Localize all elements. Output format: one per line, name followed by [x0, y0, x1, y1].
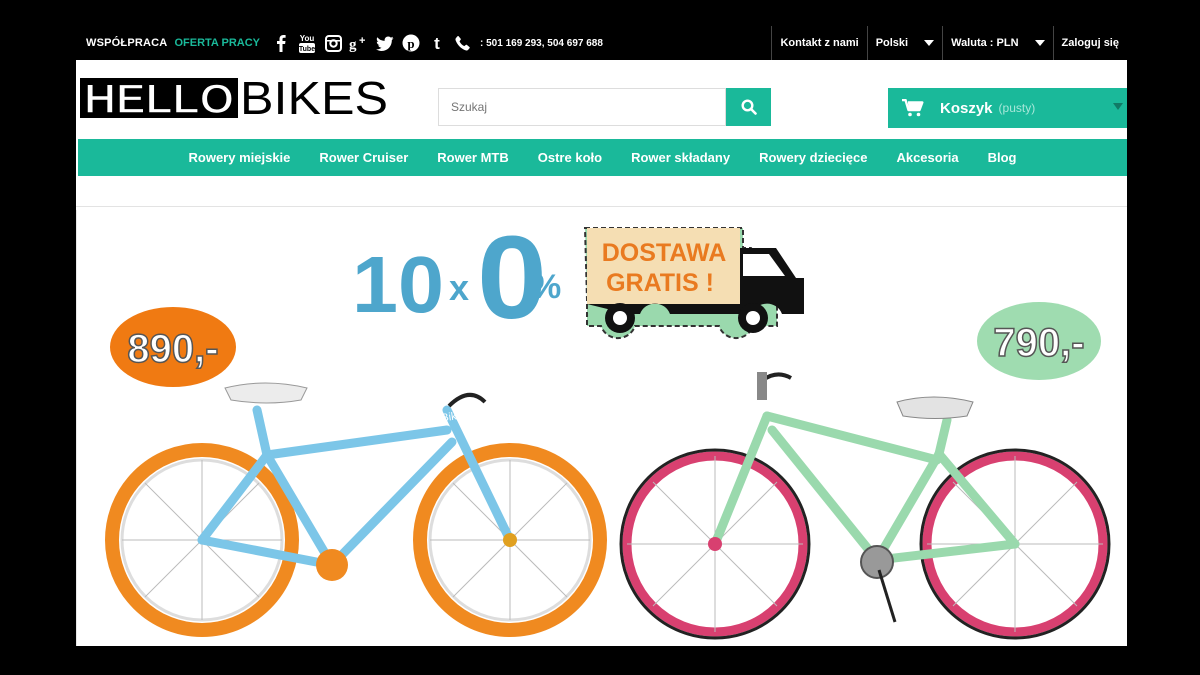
delivery-line-1: DOSTAWA	[602, 239, 727, 267]
svg-text:g: g	[349, 37, 357, 52]
main-nav: Rowery miejskie Rower Cruiser Rower MTB …	[78, 139, 1127, 176]
nav-item-city-bikes[interactable]: Rowery miejskie	[189, 150, 291, 165]
promo-banner[interactable]: 10 x 0 % DOSTAWA GRATIS ! 890,- 790,- He…	[76, 210, 1127, 646]
page: WSPÓŁPRACA OFERTA PRACY You Tube g+ p t	[76, 26, 1127, 646]
search-input[interactable]	[438, 88, 726, 126]
site-logo[interactable]: HELLO BIKES	[80, 76, 392, 120]
mint-bike-image	[619, 372, 1111, 640]
twitter-icon[interactable]	[374, 32, 396, 54]
nav-item-blog[interactable]: Blog	[988, 150, 1017, 165]
chevron-down-icon	[1113, 103, 1123, 110]
logo-bikes-text: BIKES	[240, 76, 388, 120]
contact-link[interactable]: Kontakt z nami	[771, 26, 866, 60]
logo-graphic: HELLO BIKES	[80, 76, 388, 120]
currency-selector[interactable]: Waluta : PLN	[942, 26, 1052, 60]
google-plus-icon[interactable]: g +	[348, 32, 370, 54]
language-label: Polski	[875, 37, 909, 49]
currency-label: Waluta : PLN	[951, 37, 1019, 49]
youtube-icon[interactable]: You Tube	[296, 32, 318, 54]
cart-icon	[902, 99, 924, 117]
nav-item-fixed-gear[interactable]: Ostre koło	[538, 150, 602, 165]
promo-number: 10	[352, 240, 444, 329]
cart-label: Koszyk	[940, 99, 993, 117]
search-icon	[740, 99, 757, 115]
price-badge-left: 890,-	[110, 307, 236, 387]
chevron-down-icon	[1034, 40, 1045, 46]
facebook-icon[interactable]	[270, 32, 292, 54]
delivery-truck-icon: DOSTAWA GRATIS !	[583, 227, 804, 340]
instagram-icon[interactable]	[322, 32, 344, 54]
cooperation-link[interactable]: WSPÓŁPRACA	[86, 37, 167, 49]
phone-numbers: : 501 169 293, 504 697 688	[480, 37, 603, 49]
svg-text:t: t	[434, 34, 440, 52]
login-label: Zaloguj się	[1061, 37, 1119, 49]
nav-item-kids[interactable]: Rowery dziecięce	[759, 150, 867, 165]
price-right: 790,-	[993, 321, 1084, 365]
price-badge-right: 790,-	[977, 302, 1101, 380]
top-bar-left: WSPÓŁPRACA OFERTA PRACY You Tube g+ p t	[86, 26, 603, 60]
price-left: 890,-	[127, 327, 218, 371]
top-bar-right: Kontakt z nami Polski Waluta : PLN Zalog…	[771, 26, 1127, 60]
cart-status: (pusty)	[998, 101, 1036, 115]
nav-item-mtb[interactable]: Rower MTB	[437, 150, 509, 165]
pinterest-icon[interactable]: p	[400, 32, 422, 54]
banner-graphic: 10 x 0 % DOSTAWA GRATIS ! 890,- 790,- He…	[105, 212, 1111, 640]
contact-label: Kontakt z nami	[780, 37, 859, 49]
svg-text:You: You	[300, 34, 315, 43]
svg-text:p: p	[407, 36, 414, 51]
promo-x: x	[449, 267, 469, 308]
frame-brand-text: HelloBikes	[416, 409, 470, 428]
chevron-down-icon	[924, 40, 935, 46]
blue-bike-image: HelloBikes	[105, 382, 607, 637]
tumblr-icon[interactable]: t	[426, 32, 448, 54]
top-bar: WSPÓŁPRACA OFERTA PRACY You Tube g+ p t	[76, 26, 1127, 60]
divider	[76, 206, 1127, 207]
cart-button[interactable]: Koszyk (pusty)	[888, 88, 1127, 128]
language-selector[interactable]: Polski	[866, 26, 942, 60]
delivery-line-2: GRATIS !	[606, 269, 714, 297]
search-button[interactable]	[726, 88, 771, 126]
nav-item-cruiser[interactable]: Rower Cruiser	[319, 150, 408, 165]
job-offer-link[interactable]: OFERTA PRACY	[174, 37, 260, 49]
nav-item-accessories[interactable]: Akcesoria	[896, 150, 958, 165]
nav-item-folding[interactable]: Rower składany	[631, 150, 730, 165]
svg-text:Tube: Tube	[299, 46, 315, 53]
login-link[interactable]: Zaloguj się	[1052, 26, 1127, 60]
phone-icon	[452, 32, 474, 54]
promo-10x0-headline: 10 x 0 %	[352, 212, 561, 344]
svg-text:+: +	[359, 35, 365, 47]
promo-percent: %	[531, 268, 561, 306]
logo-hello-text: HELLO	[84, 76, 234, 120]
